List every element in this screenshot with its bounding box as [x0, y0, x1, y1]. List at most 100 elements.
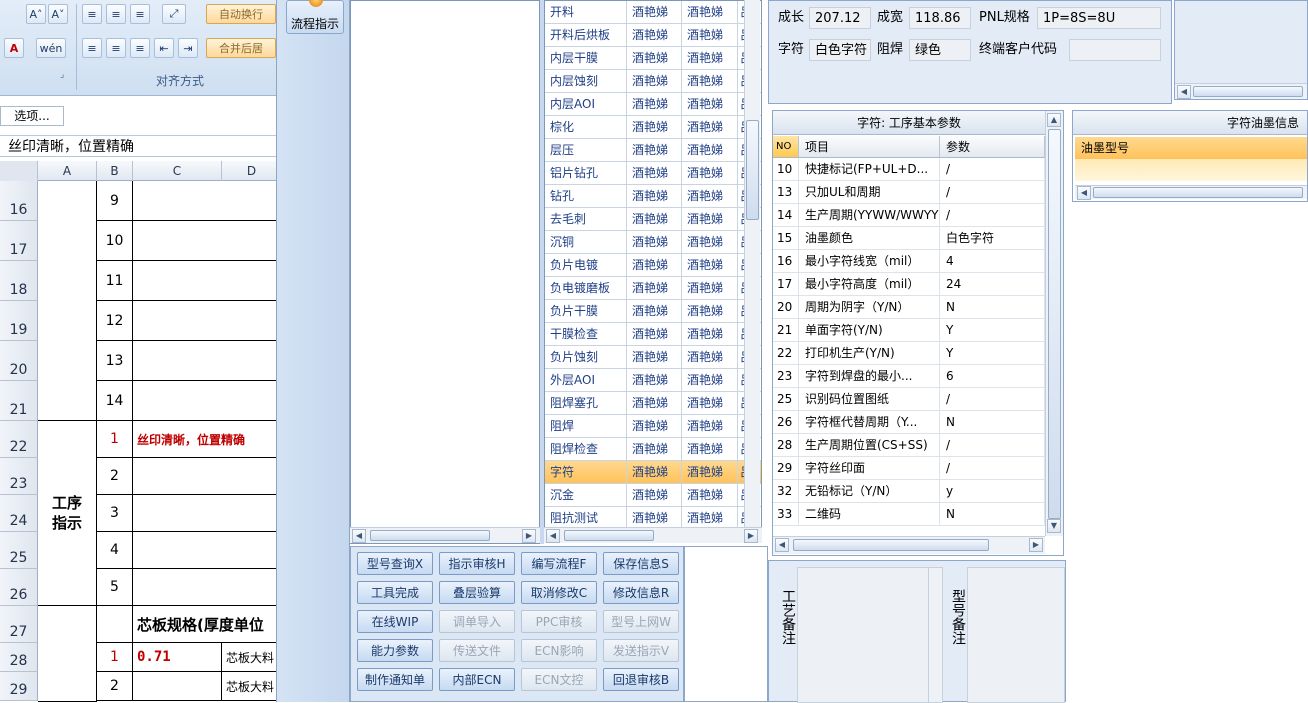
decrease-font-icon[interactable]: A˅	[48, 4, 68, 24]
param-row[interactable]: 17 最小字符高度（mil） 24	[773, 273, 1045, 296]
param-row[interactable]: 14 生产周期(YYWW/WWYY) /	[773, 204, 1045, 227]
param-row[interactable]: 28 生产周期位置(CS+SS) /	[773, 434, 1045, 457]
param-row[interactable]: 16 最小字符线宽（mil） 4	[773, 250, 1045, 273]
row-header[interactable]: 25	[0, 532, 38, 569]
param-row[interactable]: 13 只加UL和周期 /	[773, 181, 1045, 204]
process-remark-field[interactable]	[797, 567, 943, 703]
cell-b[interactable]: 14	[97, 381, 133, 421]
row-header[interactable]: 29	[0, 672, 38, 701]
wrap-text-button[interactable]: 自动换行	[206, 4, 276, 24]
process-row[interactable]: 负片干膜酒艳娣酒艳娣吕	[545, 300, 761, 323]
param-col-item[interactable]: 项目	[799, 136, 940, 158]
scroll-right-icon[interactable]: ▶	[744, 529, 758, 543]
align-middle-icon[interactable]: ≡	[106, 4, 126, 24]
process-instruction-button[interactable]: 流程指示	[286, 0, 344, 34]
cell-c[interactable]	[133, 532, 276, 569]
row-header[interactable]: 27	[0, 606, 38, 643]
ink-model-header[interactable]: 油墨型号	[1075, 137, 1307, 159]
process-row[interactable]: 阻焊酒艳娣酒艳娣吕	[545, 415, 761, 438]
scroll-down-icon[interactable]: ▼	[1047, 519, 1061, 533]
end-customer-field[interactable]	[1069, 39, 1161, 61]
param-row[interactable]: 21 单面字符(Y/N) Y	[773, 319, 1045, 342]
cell-c[interactable]	[133, 672, 222, 701]
cell-a-block[interactable]	[38, 181, 97, 421]
row-header[interactable]: 16	[0, 181, 38, 221]
column-a-header[interactable]: A	[38, 161, 97, 181]
cell-c[interactable]	[133, 381, 276, 421]
process-row[interactable]: 内层AOI酒艳娣酒艳娣吕	[545, 93, 761, 116]
param-row[interactable]: 22 打印机生产(Y/N) Y	[773, 342, 1045, 365]
column-d-header[interactable]: D	[222, 161, 282, 181]
row-header[interactable]: 17	[0, 221, 38, 261]
cell-d[interactable]: 芯板大料	[222, 643, 276, 672]
action-button[interactable]: 指示审核H	[439, 552, 515, 575]
cell-c[interactable]	[133, 569, 276, 606]
cell-c[interactable]: 0.71	[133, 643, 222, 672]
scroll-left-icon[interactable]: ◀	[352, 529, 366, 543]
action-button[interactable]: 回退审核B	[603, 668, 679, 691]
action-button[interactable]: 编写流程F	[521, 552, 597, 575]
phonetic-guide-icon[interactable]: wén	[36, 38, 66, 58]
remark-scroll[interactable]	[928, 568, 942, 702]
process-row[interactable]: 负电镀磨板酒艳娣酒艳娣吕	[545, 277, 761, 300]
cell-b[interactable]: 13	[97, 341, 133, 381]
align-right-icon[interactable]: ≡	[130, 38, 150, 58]
cell-b[interactable]: 4	[97, 532, 133, 569]
param-col-no[interactable]: NO	[773, 136, 799, 158]
process-flow-list[interactable]: 开料酒艳娣酒艳娣吕开料后烘板酒艳娣酒艳娣吕内层干膜酒艳娣酒艳娣吕内层蚀刻酒艳娣酒…	[544, 0, 762, 530]
action-button[interactable]: 叠层验算	[439, 581, 515, 604]
process-row[interactable]: 钻孔酒艳娣酒艳娣吕	[545, 185, 761, 208]
dialog-launcher-icon[interactable]: ⌟	[60, 70, 64, 80]
row-header[interactable]: 21	[0, 381, 38, 421]
action-button[interactable]: 修改信息R	[603, 581, 679, 604]
scroll-left-icon[interactable]: ◀	[1177, 85, 1191, 99]
cell-c[interactable]	[133, 221, 276, 261]
action-button[interactable]: 工具完成	[357, 581, 433, 604]
cell-c[interactable]: 丝印清晰，位置精确	[133, 421, 276, 458]
cell-c[interactable]: 芯板规格(厚度单位	[133, 606, 276, 643]
cell-b[interactable]: 12	[97, 301, 133, 341]
options-button[interactable]: 选项...	[0, 106, 64, 126]
decrease-indent-icon[interactable]: ⇤	[154, 38, 174, 58]
process-row[interactable]: 负片电镀酒艳娣酒艳娣吕	[545, 254, 761, 277]
cell-b[interactable]: 1	[97, 421, 133, 458]
cell-c[interactable]	[133, 341, 276, 381]
cell-c[interactable]	[133, 261, 276, 301]
cell-b[interactable]: 5	[97, 569, 133, 606]
action-button[interactable]: 传送文件	[439, 639, 515, 662]
row-header[interactable]: 22	[0, 421, 38, 458]
scroll-thumb[interactable]	[1093, 187, 1303, 198]
process-row[interactable]: 干膜检查酒艳娣酒艳娣吕	[545, 323, 761, 346]
cell-b[interactable]	[97, 606, 133, 643]
cell-d[interactable]: 芯板大料	[222, 672, 276, 701]
scroll-left-icon[interactable]: ◀	[546, 529, 560, 543]
process-row[interactable]: 开料后烘板酒艳娣酒艳娣吕	[545, 24, 761, 47]
action-button[interactable]: 取消修改C	[521, 581, 597, 604]
param-row[interactable]: 25 识别码位置图纸 /	[773, 388, 1045, 411]
align-center-icon[interactable]: ≡	[106, 38, 126, 58]
param-row[interactable]: 15 油墨颜色 白色字符	[773, 227, 1045, 250]
action-button[interactable]: PPC审核	[521, 610, 597, 633]
scroll-left-icon[interactable]: ◀	[775, 538, 789, 552]
action-button[interactable]: 制作通知单	[357, 668, 433, 691]
process-row[interactable]: 内层干膜酒艳娣酒艳娣吕	[545, 47, 761, 70]
align-bottom-icon[interactable]: ≡	[130, 4, 150, 24]
action-button[interactable]: ECN文控	[521, 668, 597, 691]
model-list-pane[interactable]	[350, 0, 540, 544]
process-row[interactable]: 字符酒艳娣酒艳娣吕	[545, 461, 761, 484]
cell-b[interactable]: 2	[97, 458, 133, 495]
process-row[interactable]: 沉金酒艳娣酒艳娣吕	[545, 484, 761, 507]
action-button[interactable]: 型号上网W	[603, 610, 679, 633]
row-header[interactable]: 19	[0, 301, 38, 341]
param-vscroll[interactable]: ▲ ▼	[1045, 111, 1063, 536]
model-remark-field[interactable]	[967, 567, 1065, 703]
action-button[interactable]: 保存信息S	[603, 552, 679, 575]
scroll-left-icon[interactable]: ◀	[1077, 186, 1091, 200]
cell-b[interactable]: 11	[97, 261, 133, 301]
param-row[interactable]: 33 二维码 N	[773, 503, 1045, 526]
action-button[interactable]: 内部ECN	[439, 668, 515, 691]
process-vscroll-thumb[interactable]	[746, 120, 759, 220]
param-row[interactable]: 10 快捷标记(FP+UL+D... /	[773, 158, 1045, 181]
param-row[interactable]: 20 周期为阴字（Y/N） N	[773, 296, 1045, 319]
row-header[interactable]: 26	[0, 569, 38, 606]
